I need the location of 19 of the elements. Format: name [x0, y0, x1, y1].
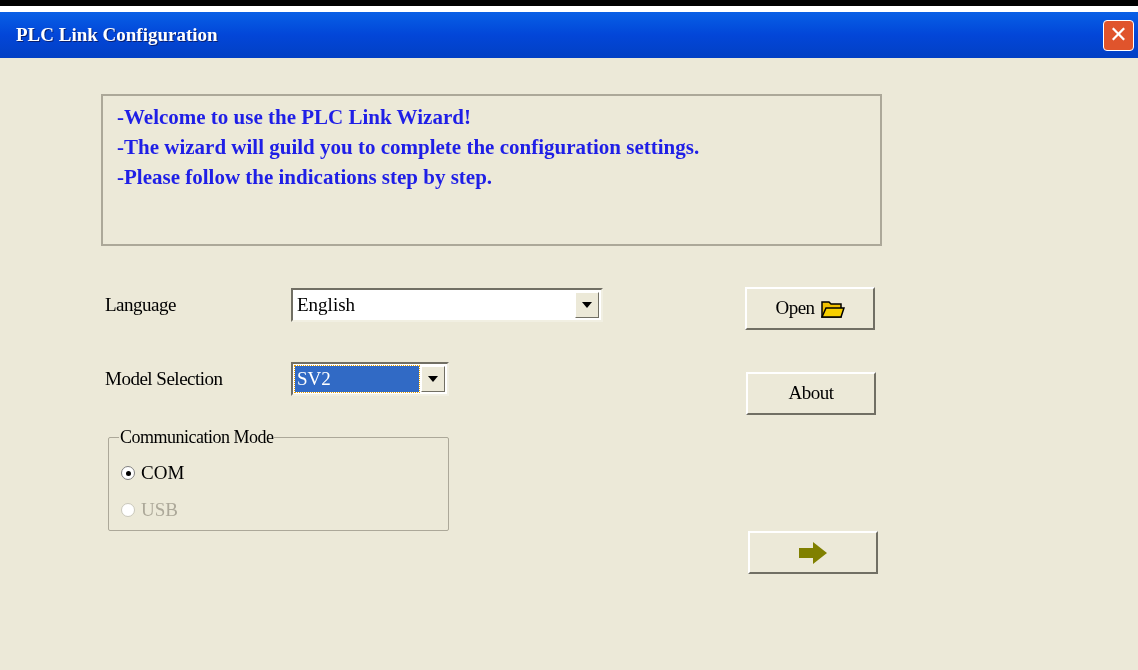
- right-arrow-icon: [799, 541, 827, 564]
- dropdown[interactable]: English: [291, 288, 603, 322]
- welcome-text: -The wizard will guild you to complete the configuration settings.: [117, 134, 701, 161]
- next-button[interactable]: [748, 531, 878, 574]
- radio-icon[interactable]: [121, 466, 135, 481]
- window-title: PLC Link Configuration: [16, 22, 218, 47]
- about-button[interactable]: About: [746, 372, 876, 415]
- field-label: Language: [104, 292, 177, 317]
- field-label: Model Selection: [104, 366, 224, 391]
- open-button[interactable]: Open: [745, 287, 875, 330]
- dropdown[interactable]: SV2: [291, 362, 449, 396]
- folder-icon: [820, 298, 845, 319]
- group-title: Communication Mode: [119, 426, 275, 449]
- dropdown-value: SV2: [295, 366, 419, 392]
- welcome-text: -Welcome to use the PLC Link Wizard!: [117, 104, 472, 131]
- welcome-text: -Please follow the indications step by step.: [117, 164, 494, 191]
- close-button[interactable]: ✕: [1103, 19, 1134, 51]
- dropdown-value: English: [296, 292, 357, 317]
- radio-option[interactable]: COM: [121, 459, 436, 488]
